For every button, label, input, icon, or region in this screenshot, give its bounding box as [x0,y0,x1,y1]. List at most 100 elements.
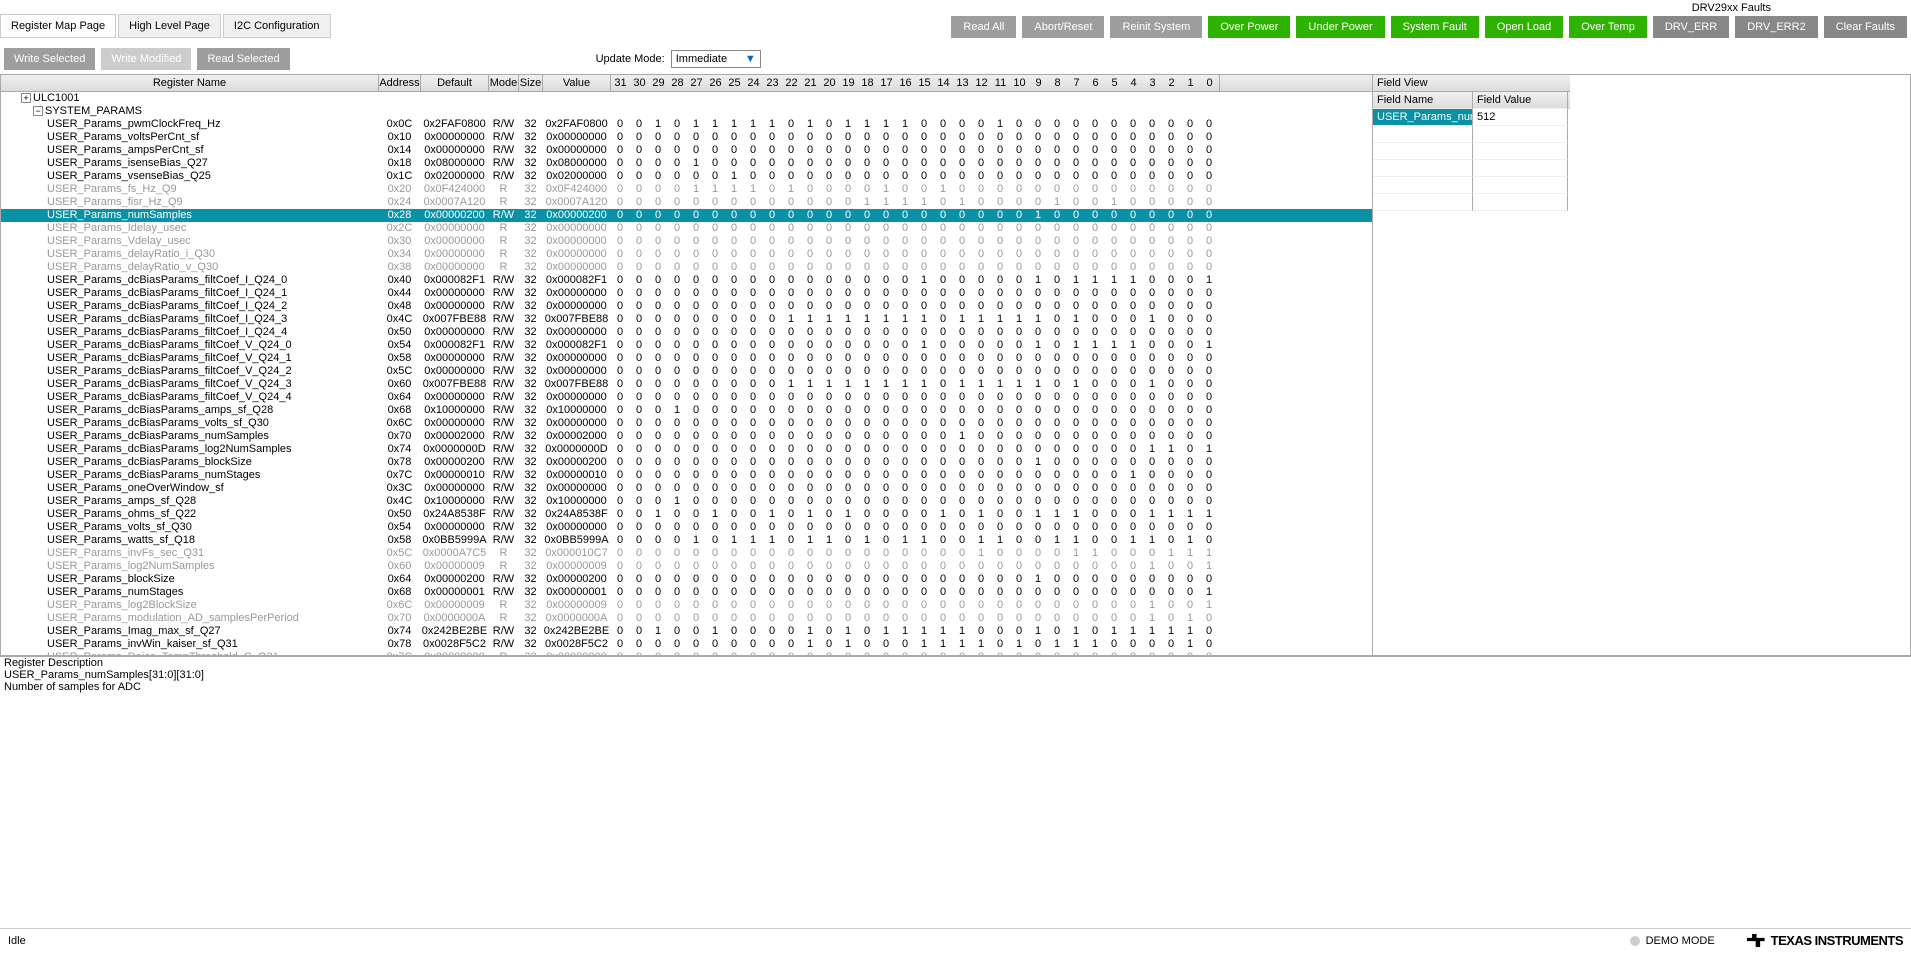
bit-cell[interactable]: 0 [953,495,972,508]
bit-cell[interactable]: 0 [896,560,915,573]
bit-cell[interactable]: 0 [839,183,858,196]
bit-cell[interactable]: 0 [725,248,744,261]
bit-cell[interactable]: 0 [611,443,630,456]
bit-cell[interactable]: 0 [687,235,706,248]
bit-cell[interactable]: 0 [934,287,953,300]
register-row[interactable]: USER_Params_modulation_AD_samplesPerPeri… [1,612,1372,625]
bit-cell[interactable]: 0 [858,651,877,655]
bit-cell[interactable]: 0 [934,170,953,183]
bit-cell[interactable]: 0 [896,365,915,378]
bit-cell[interactable]: 0 [744,300,763,313]
bit-cell[interactable]: 0 [706,638,725,651]
bit-cell[interactable]: 0 [1143,157,1162,170]
bit-cell[interactable]: 0 [1048,235,1067,248]
bit-cell[interactable]: 0 [687,586,706,599]
register-row[interactable]: USER_Params_Imag_max_sf_Q270x740x242BE2B… [1,625,1372,638]
bit-cell[interactable]: 0 [877,508,896,521]
bit-cell[interactable]: 0 [991,157,1010,170]
bit-cell[interactable]: 0 [725,131,744,144]
bit-cell[interactable]: 0 [1010,391,1029,404]
bit-cell[interactable]: 0 [1105,235,1124,248]
register-row[interactable]: USER_Params_dcBiasParams_filtCoef_I_Q24_… [1,287,1372,300]
bit-cell[interactable]: 0 [1124,417,1143,430]
bit-cell[interactable]: 0 [611,495,630,508]
bit-cell[interactable]: 0 [1029,417,1048,430]
bit-cell[interactable]: 0 [1086,508,1105,521]
bit-cell[interactable]: 0 [1086,131,1105,144]
bit-cell[interactable]: 0 [630,235,649,248]
bit-cell[interactable]: 0 [1200,261,1219,274]
hdr-bit-21[interactable]: 21 [801,75,820,91]
bit-cell[interactable]: 0 [1010,222,1029,235]
bit-cell[interactable]: 1 [820,534,839,547]
bit-cell[interactable]: 0 [1200,521,1219,534]
bit-cell[interactable]: 0 [858,521,877,534]
bit-cell[interactable]: 1 [1181,547,1200,560]
bit-cell[interactable]: 0 [820,339,839,352]
bit-cell[interactable]: 0 [1067,352,1086,365]
bit-cell[interactable]: 0 [1105,456,1124,469]
bit-cell[interactable]: 0 [668,612,687,625]
bit-cell[interactable]: 0 [934,274,953,287]
bit-cell[interactable]: 0 [1200,235,1219,248]
bit-cell[interactable]: 0 [1200,456,1219,469]
bit-cell[interactable]: 0 [668,339,687,352]
bit-cell[interactable]: 0 [725,157,744,170]
bit-cell[interactable]: 0 [687,573,706,586]
bit-cell[interactable]: 0 [687,651,706,655]
bit-cell[interactable]: 0 [991,599,1010,612]
register-row[interactable]: USER_Params_Deice_TempThreshold_C_Q210x7… [1,651,1372,655]
bit-cell[interactable]: 0 [1067,599,1086,612]
bit-cell[interactable]: 0 [1105,300,1124,313]
bit-cell[interactable]: 0 [1067,222,1086,235]
bit-cell[interactable]: 0 [1143,352,1162,365]
bit-cell[interactable]: 1 [858,534,877,547]
bit-cell[interactable]: 0 [763,248,782,261]
hdr-bit-7[interactable]: 7 [1067,75,1086,91]
bit-cell[interactable]: 0 [725,378,744,391]
bit-cell[interactable]: 0 [630,287,649,300]
bit-cell[interactable]: 1 [1162,443,1181,456]
bit-cell[interactable]: 0 [1029,612,1048,625]
register-row[interactable]: USER_Params_Vdelay_usec0x300x00000000R32… [1,235,1372,248]
bit-cell[interactable]: 0 [1162,235,1181,248]
tree-root-ulc1001[interactable]: +ULC1001 [1,92,1372,105]
bit-cell[interactable]: 0 [1162,248,1181,261]
bit-cell[interactable]: 0 [1162,326,1181,339]
bit-cell[interactable]: 0 [1086,378,1105,391]
bit-cell[interactable]: 0 [611,339,630,352]
bit-cell[interactable]: 0 [649,547,668,560]
bit-cell[interactable]: 0 [649,157,668,170]
bit-cell[interactable]: 1 [915,196,934,209]
bit-cell[interactable]: 0 [1124,482,1143,495]
bit-cell[interactable]: 0 [858,547,877,560]
bit-cell[interactable]: 0 [649,235,668,248]
bit-cell[interactable]: 0 [1105,547,1124,560]
bit-cell[interactable]: 0 [896,456,915,469]
bit-cell[interactable]: 0 [744,573,763,586]
bit-cell[interactable]: 0 [744,170,763,183]
bit-cell[interactable]: 1 [934,638,953,651]
bit-cell[interactable]: 0 [934,482,953,495]
bit-cell[interactable]: 0 [953,339,972,352]
bit-cell[interactable]: 0 [1181,287,1200,300]
bit-cell[interactable]: 0 [820,560,839,573]
bit-cell[interactable]: 0 [630,352,649,365]
bit-cell[interactable]: 0 [972,469,991,482]
bit-cell[interactable]: 0 [668,352,687,365]
bit-cell[interactable]: 0 [725,430,744,443]
bit-cell[interactable]: 0 [1200,638,1219,651]
bit-cell[interactable]: 0 [1181,313,1200,326]
bit-cell[interactable]: 0 [1086,352,1105,365]
bit-cell[interactable]: 0 [1067,300,1086,313]
bit-cell[interactable]: 0 [782,521,801,534]
bit-cell[interactable]: 0 [1162,495,1181,508]
bit-cell[interactable]: 0 [1010,456,1029,469]
bit-cell[interactable]: 0 [1181,651,1200,655]
bit-cell[interactable]: 1 [953,313,972,326]
bit-cell[interactable]: 0 [725,560,744,573]
bit-cell[interactable]: 0 [725,339,744,352]
bit-cell[interactable]: 0 [649,469,668,482]
bit-cell[interactable]: 0 [630,482,649,495]
bit-cell[interactable]: 0 [1181,144,1200,157]
